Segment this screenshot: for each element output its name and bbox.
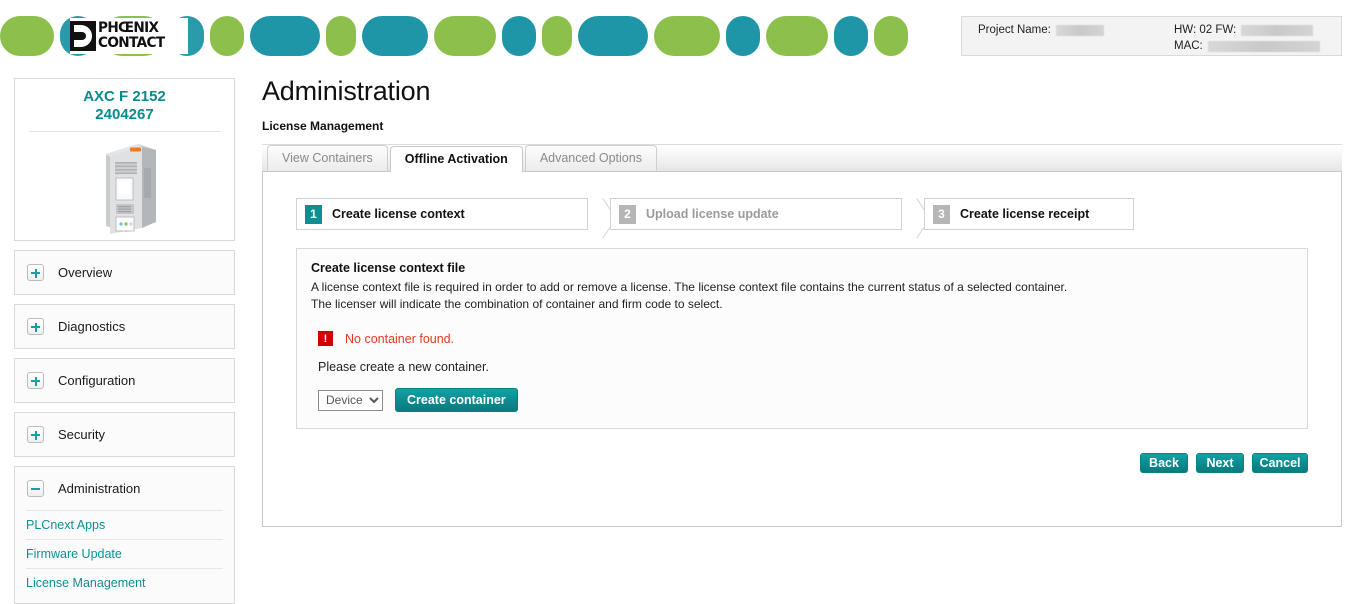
section-heading: Create license context file (311, 261, 466, 275)
sidebar-label-configuration: Configuration (58, 373, 136, 388)
tab-advanced-options[interactable]: Advanced Options (524, 145, 657, 171)
cancel-button[interactable]: Cancel (1252, 453, 1308, 473)
sidebar-item-configuration[interactable]: Configuration (15, 359, 234, 402)
sidebar-item-plcnext-apps[interactable]: PLCnext Apps (26, 510, 223, 539)
banner-pill-8 (434, 16, 496, 56)
mac-label: MAC: (1174, 40, 1203, 52)
plus-icon (27, 264, 44, 281)
hint-text: Please create a new container. (318, 360, 489, 374)
create-container-form: Device Create container (318, 388, 1293, 412)
sidebar-item-license-management[interactable]: License Management (26, 568, 223, 597)
alert-exclamation-icon: ! (318, 331, 333, 346)
wizard-step-1[interactable]: 1 Create license context (296, 198, 588, 230)
tab-bar: View Containers Offline Activation Advan… (262, 145, 1342, 172)
plus-icon (27, 426, 44, 443)
banner-pill-16 (874, 16, 908, 56)
banner-pill-9 (502, 16, 536, 56)
device-card: AXC F 2152 2404267 (14, 78, 235, 241)
project-name-label: Project Name: (978, 24, 1051, 36)
fw-value-redacted (1241, 24, 1314, 36)
banner-pill-10 (542, 16, 572, 56)
plus-icon (27, 318, 44, 335)
mac-value-redacted (1207, 40, 1320, 52)
tab-offline-activation[interactable]: Offline Activation (389, 146, 523, 172)
banner-pill-13 (726, 16, 760, 56)
section-paragraph-line2: The licenser will indicate the combinati… (311, 297, 723, 311)
breadcrumb: License Management (262, 119, 384, 133)
sidebar-label-plcnext-apps: PLCnext Apps (26, 518, 106, 532)
wizard-step-2[interactable]: 2 Upload license update (610, 198, 902, 230)
step-label-3: Create license receipt (960, 207, 1090, 221)
step-number-2: 2 (619, 204, 636, 224)
wizard-steps: 1 Create license context 2 Upload licens… (296, 198, 1325, 230)
banner-pill-6 (326, 16, 356, 56)
sidebar-label-firmware-update: Firmware Update (26, 547, 122, 561)
tab-label-view-containers: View Containers (282, 151, 373, 165)
sidebar-label-overview: Overview (58, 265, 113, 280)
page-title: Administration (262, 76, 431, 106)
banner-pill-0 (0, 16, 54, 56)
create-container-button[interactable]: Create container (395, 388, 518, 412)
sidebar-group-diagnostics[interactable]: Diagnostics (14, 304, 235, 349)
banner-pill-12 (654, 16, 720, 56)
next-button[interactable]: Next (1196, 453, 1244, 473)
sidebar-group-configuration[interactable]: Configuration (14, 358, 235, 403)
hw-fw-label: HW: 02 FW: (1174, 24, 1237, 36)
banner-pill-7 (362, 16, 428, 56)
device-order-number: 2404267 (95, 106, 154, 123)
error-message-text: No container found. (345, 331, 455, 346)
sidebar-item-administration[interactable]: Administration (15, 467, 234, 510)
device-model-name: AXC F 2152 (83, 88, 166, 105)
tab-label-offline-activation: Offline Activation (404, 152, 508, 166)
error-message-row: ! No container found. (318, 331, 1293, 346)
sidebar-item-security[interactable]: Security (15, 413, 234, 456)
logo-text-line2: CONTACT (98, 35, 165, 51)
wizard-step-3[interactable]: 3 Create license receipt (924, 198, 1134, 230)
phoenix-logo-mark-icon (70, 21, 96, 51)
tab-label-advanced-options: Advanced Options (539, 151, 642, 165)
step-number-3: 3 (933, 204, 950, 224)
banner-pill-11 (578, 16, 648, 56)
administration-submenu: PLCnext Apps Firmware Update License Man… (15, 510, 234, 603)
sidebar-group-administration[interactable]: Administration PLCnext Apps Firmware Upd… (14, 466, 235, 604)
main-content: Administration License Management View C… (262, 76, 1342, 527)
sidebar: AXC F 2152 2404267 Overview Diagnostics … (14, 78, 235, 604)
section-paragraph-line1: A license context file is required in or… (311, 280, 1068, 294)
step-label-2: Upload license update (646, 207, 779, 221)
banner-pill-4 (210, 16, 244, 56)
tab-view-containers[interactable]: View Containers (267, 145, 388, 171)
project-info-box: Project Name: HW: 02 FW: MAC: (961, 16, 1342, 56)
sidebar-label-diagnostics: Diagnostics (58, 319, 126, 334)
step-label-1: Create license context (332, 207, 465, 221)
plus-icon (27, 372, 44, 389)
step-number-1: 1 (305, 204, 322, 224)
sidebar-group-security[interactable]: Security (14, 412, 235, 457)
sidebar-label-security: Security (58, 427, 105, 442)
create-license-context-section: Create license context file A license co… (296, 248, 1308, 429)
banner-pill-5 (250, 16, 320, 56)
sidebar-group-overview[interactable]: Overview (14, 250, 235, 295)
banner-pill-14 (766, 16, 828, 56)
sidebar-label-license-management: License Management (26, 576, 146, 590)
container-type-select[interactable]: Device (318, 389, 383, 411)
sidebar-label-administration: Administration (58, 481, 141, 496)
banner-pill-15 (834, 16, 868, 56)
wizard-footer-buttons: Back Next Cancel (279, 453, 1308, 473)
logo-text-line1: PHŒNIX (98, 20, 159, 36)
top-banner: PHŒNIX CONTACT Project Name: HW: 02 FW: … (0, 0, 1356, 56)
sidebar-item-diagnostics[interactable]: Diagnostics (15, 305, 234, 348)
minus-icon (27, 480, 44, 497)
sidebar-item-firmware-update[interactable]: Firmware Update (26, 539, 223, 568)
device-divider (29, 131, 220, 132)
sidebar-item-overview[interactable]: Overview (15, 251, 234, 294)
device-photo (86, 138, 164, 241)
back-button[interactable]: Back (1140, 453, 1188, 473)
tab-panel-offline-activation: 1 Create license context 2 Upload licens… (262, 172, 1342, 527)
project-name-value-redacted (1055, 24, 1104, 36)
phoenix-contact-logo: PHŒNIX CONTACT (70, 18, 188, 54)
